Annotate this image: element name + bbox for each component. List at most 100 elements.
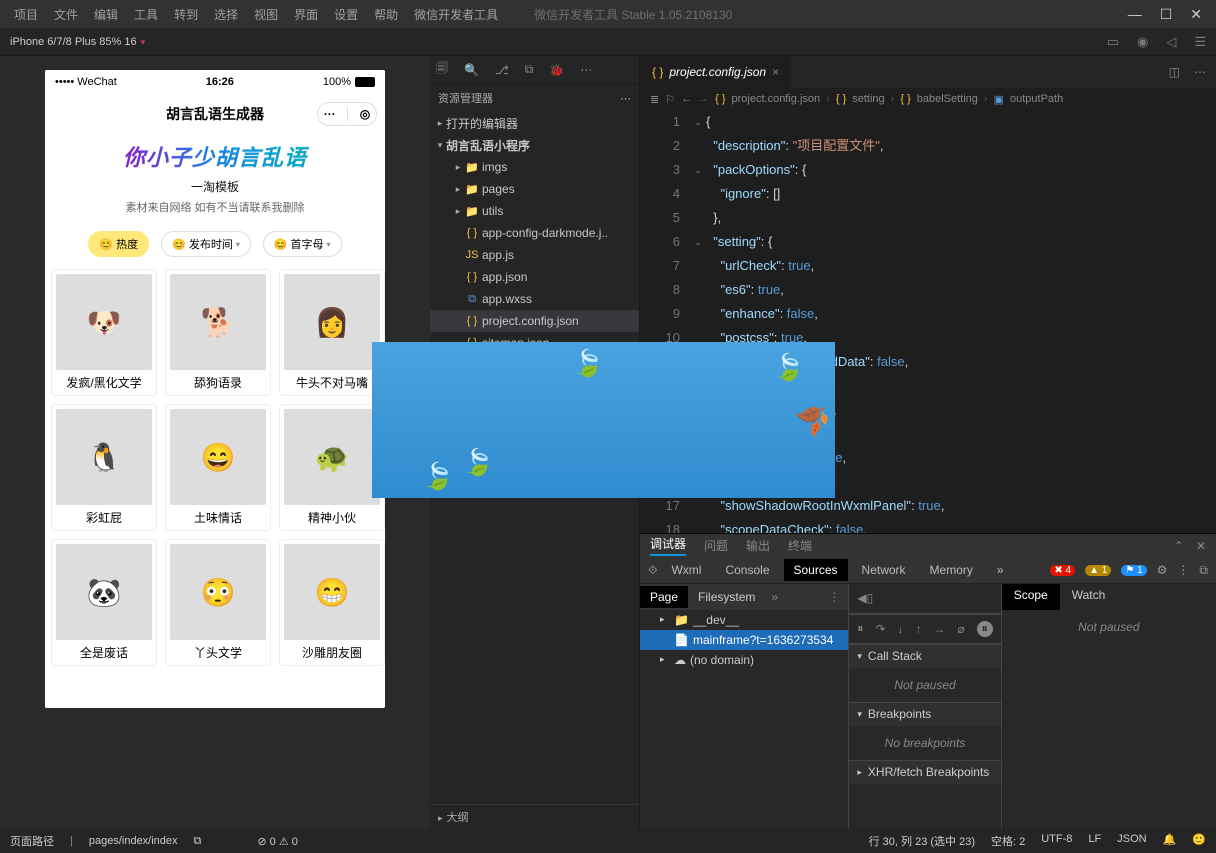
capsule-button[interactable]: ··· ◎ (317, 102, 377, 126)
outline-section[interactable]: ▸大纲 (430, 804, 639, 829)
nav-more[interactable]: » (771, 590, 778, 604)
bookmark-icon[interactable]: ⚐ (665, 93, 675, 106)
menu-item[interactable]: 设置 (328, 4, 364, 25)
status-item[interactable]: JSON (1117, 833, 1146, 849)
project-root[interactable]: ▾胡言乱语小程序 (430, 134, 639, 156)
card[interactable]: 🐕舔狗语录 (165, 269, 271, 396)
nav-kebab-icon[interactable]: ⋮ (828, 590, 848, 604)
nav-fwd-icon[interactable]: → (698, 93, 709, 105)
source-tree-item[interactable]: ▸☁(no domain) (640, 650, 848, 670)
status-item[interactable]: LF (1088, 833, 1101, 849)
close-icon[interactable]: ✕ (1190, 6, 1202, 23)
copy-icon[interactable]: ⧉ (194, 835, 202, 848)
inspect-icon[interactable]: ⟐ (648, 563, 657, 578)
status-item[interactable]: 🔔 (1163, 833, 1177, 849)
status-item[interactable]: 行 30, 列 23 (选中 23) (869, 833, 975, 849)
page-tab[interactable]: Page (640, 586, 688, 608)
status-item[interactable]: UTF-8 (1041, 833, 1072, 849)
layout-icon[interactable]: ☰ (1194, 34, 1206, 50)
tree-item[interactable]: ▸📁utils (430, 200, 639, 222)
tab-output[interactable]: 输出 (746, 537, 770, 554)
phone-icon[interactable]: ▭ (1107, 34, 1119, 50)
callstack-header[interactable]: ▾Call Stack (849, 644, 1000, 668)
tab-memory[interactable]: Memory (920, 559, 983, 581)
close-panel-icon[interactable]: ✕ (1196, 539, 1206, 553)
debug-icon[interactable]: 🐞 (549, 63, 564, 77)
card[interactable]: 🐶发疯/黑化文学 (51, 269, 157, 396)
card[interactable]: 🐼全是废话 (51, 539, 157, 666)
search-icon[interactable]: 🔍 (464, 63, 479, 77)
menu-item[interactable]: 界面 (288, 4, 324, 25)
menu-item[interactable]: 帮助 (368, 4, 404, 25)
filter-button[interactable]: 😊热度 (88, 231, 149, 257)
warning-badge[interactable]: ▲ 1 (1085, 565, 1111, 576)
problems-status[interactable]: ⊘ 0 ⚠ 0 (257, 835, 297, 848)
status-item[interactable]: 空格: 2 (991, 833, 1025, 849)
scope-tab[interactable]: Scope (1002, 584, 1060, 610)
menu-item[interactable]: 视图 (248, 4, 284, 25)
editor-more-icon[interactable]: ⋯ (1194, 65, 1206, 79)
tree-item[interactable]: JSapp.js (430, 244, 639, 266)
capsule-close-icon[interactable]: ◎ (360, 107, 370, 121)
more-icon[interactable]: ⋯ (580, 63, 592, 77)
xhr-header[interactable]: ▸XHR/fetch Breakpoints (849, 760, 1000, 784)
card[interactable]: 😁沙雕朋友圈 (279, 539, 385, 666)
tree-item[interactable]: { }app.json (430, 266, 639, 288)
card[interactable]: 🐢精神小伙 (279, 404, 385, 531)
filesystem-tab[interactable]: Filesystem (688, 586, 765, 608)
deactivate-bp-icon[interactable]: ⌀ (957, 622, 964, 636)
tab-close-icon[interactable]: × (772, 65, 779, 79)
device-selector[interactable]: iPhone 6/7/8 Plus 85% 16▾ (10, 36, 145, 48)
status-item[interactable]: 🙂 (1192, 833, 1206, 849)
menu-item[interactable]: 工具 (128, 4, 164, 25)
menu-item[interactable]: 项目 (8, 4, 44, 25)
info-badge[interactable]: ⚑ 1 (1121, 565, 1146, 576)
tree-item[interactable]: { }app-config-darkmode.j.. (430, 222, 639, 244)
menu-item[interactable]: 编辑 (88, 4, 124, 25)
source-tree-item[interactable]: ▸📁__dev__ (640, 610, 848, 630)
tab-network[interactable]: Network (852, 559, 916, 581)
tree-item[interactable]: ⧉app.wxss (430, 288, 639, 310)
filter-button[interactable]: 😊首字母▾ (263, 231, 342, 257)
tab-problems[interactable]: 问题 (704, 537, 728, 554)
pause-exc-icon[interactable]: ⏸ (977, 621, 993, 637)
gear-icon[interactable]: ⚙ (1157, 563, 1168, 577)
editor-tab[interactable]: { } project.config.json × (640, 56, 792, 88)
step-over-icon[interactable]: ↷ (875, 622, 885, 636)
breadcrumb[interactable]: ≣ ⚐ ← → { }project.config.json›{ }settin… (640, 88, 1216, 110)
filter-button[interactable]: 😊发布时间▾ (161, 231, 251, 257)
nav-back-icon[interactable]: ← (681, 93, 692, 105)
step-icon[interactable]: → (933, 622, 945, 636)
list-icon[interactable]: ≣ (650, 93, 659, 106)
error-badge[interactable]: ✖ 4 (1050, 565, 1075, 576)
menu-item[interactable]: 转到 (168, 4, 204, 25)
card[interactable]: 👩牛头不对马嘴 (279, 269, 385, 396)
maximize-icon[interactable]: ☐ (1160, 6, 1173, 23)
collapse-icon[interactable]: ⌃ (1174, 539, 1184, 553)
split-icon[interactable]: ⧉ (525, 62, 534, 77)
card[interactable]: 😄土味情话 (165, 404, 271, 531)
mute-icon[interactable]: ◁ (1166, 34, 1176, 50)
tree-item[interactable]: ▸📁imgs (430, 156, 639, 178)
tree-item[interactable]: { }project.config.json (430, 310, 639, 332)
record-icon[interactable]: ◉ (1137, 34, 1148, 50)
dock-icon[interactable]: ⧉ (1199, 563, 1208, 578)
pause-icon[interactable]: ⏸ (857, 621, 863, 636)
branch-icon[interactable]: ⎇ (495, 63, 509, 77)
tab-more[interactable]: » (987, 559, 1014, 581)
page-path[interactable]: pages/index/index (89, 835, 178, 847)
step-into-icon[interactable]: ↓ (897, 622, 903, 636)
open-editors-section[interactable]: ▸打开的编辑器 (430, 112, 639, 134)
explorer-more-icon[interactable]: ⋯ (620, 92, 631, 105)
source-tree-item[interactable]: 📄mainframe?t=1636273534 (640, 630, 848, 650)
files-icon[interactable]: 🗐 (436, 59, 448, 80)
watch-tab[interactable]: Watch (1060, 584, 1118, 610)
show-navigator-icon[interactable]: ◀▯ (857, 591, 873, 605)
split-editor-icon[interactable]: ◫ (1169, 65, 1180, 79)
card[interactable]: 😳丫头文学 (165, 539, 271, 666)
menu-item[interactable]: 微信开发者工具 (408, 4, 504, 25)
step-out-icon[interactable]: ↑ (915, 622, 921, 636)
menu-item[interactable]: 选择 (208, 4, 244, 25)
tab-debugger[interactable]: 调试器 (650, 535, 686, 556)
capsule-more-icon[interactable]: ··· (324, 107, 336, 121)
